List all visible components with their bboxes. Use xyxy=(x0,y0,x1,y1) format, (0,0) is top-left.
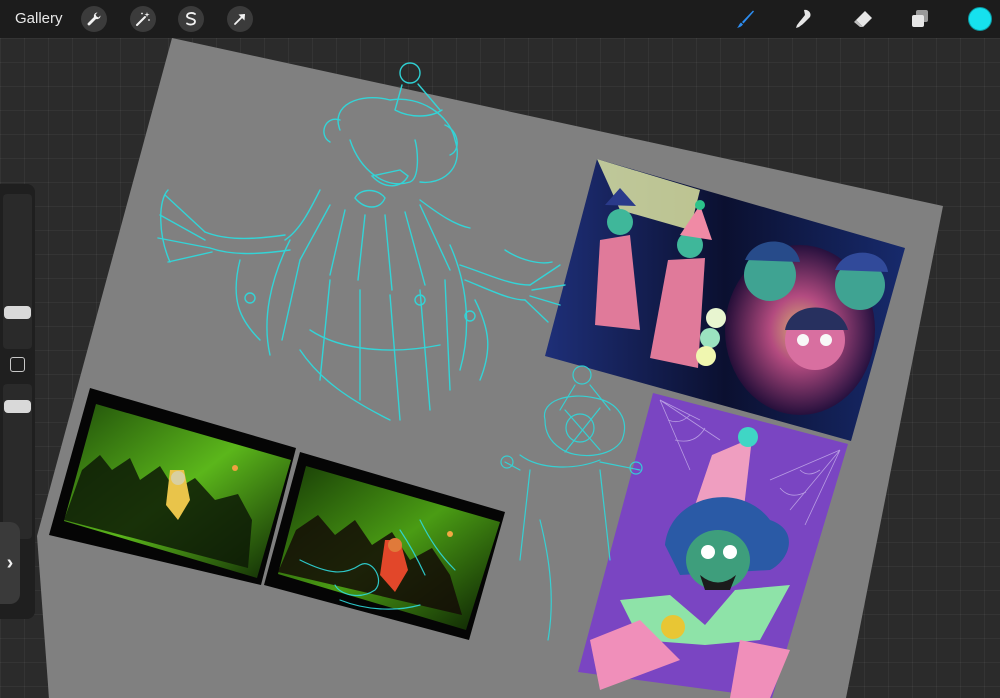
modify-button[interactable] xyxy=(10,357,25,372)
gallery-button[interactable]: Gallery xyxy=(15,10,63,27)
smudge-icon[interactable] xyxy=(790,6,816,32)
transform-arrow-icon[interactable] xyxy=(227,6,253,32)
top-toolbar: Gallery xyxy=(0,0,1000,38)
brush-icon[interactable] xyxy=(732,6,758,32)
wrench-icon[interactable] xyxy=(81,6,107,32)
chevron-right-icon: › xyxy=(6,551,14,574)
magic-wand-icon[interactable] xyxy=(130,6,156,32)
color-picker-button[interactable] xyxy=(968,7,992,31)
brush-size-slider[interactable] xyxy=(3,194,32,349)
eraser-icon[interactable] xyxy=(850,6,876,32)
layers-icon[interactable] xyxy=(907,6,933,32)
drawing-canvas[interactable] xyxy=(0,0,1000,698)
sidebar-collapse-button[interactable]: › xyxy=(0,522,20,604)
artwork xyxy=(37,38,943,698)
opacity-thumb[interactable] xyxy=(4,400,31,413)
selection-icon[interactable] xyxy=(178,6,204,32)
brush-size-thumb[interactable] xyxy=(4,306,31,319)
